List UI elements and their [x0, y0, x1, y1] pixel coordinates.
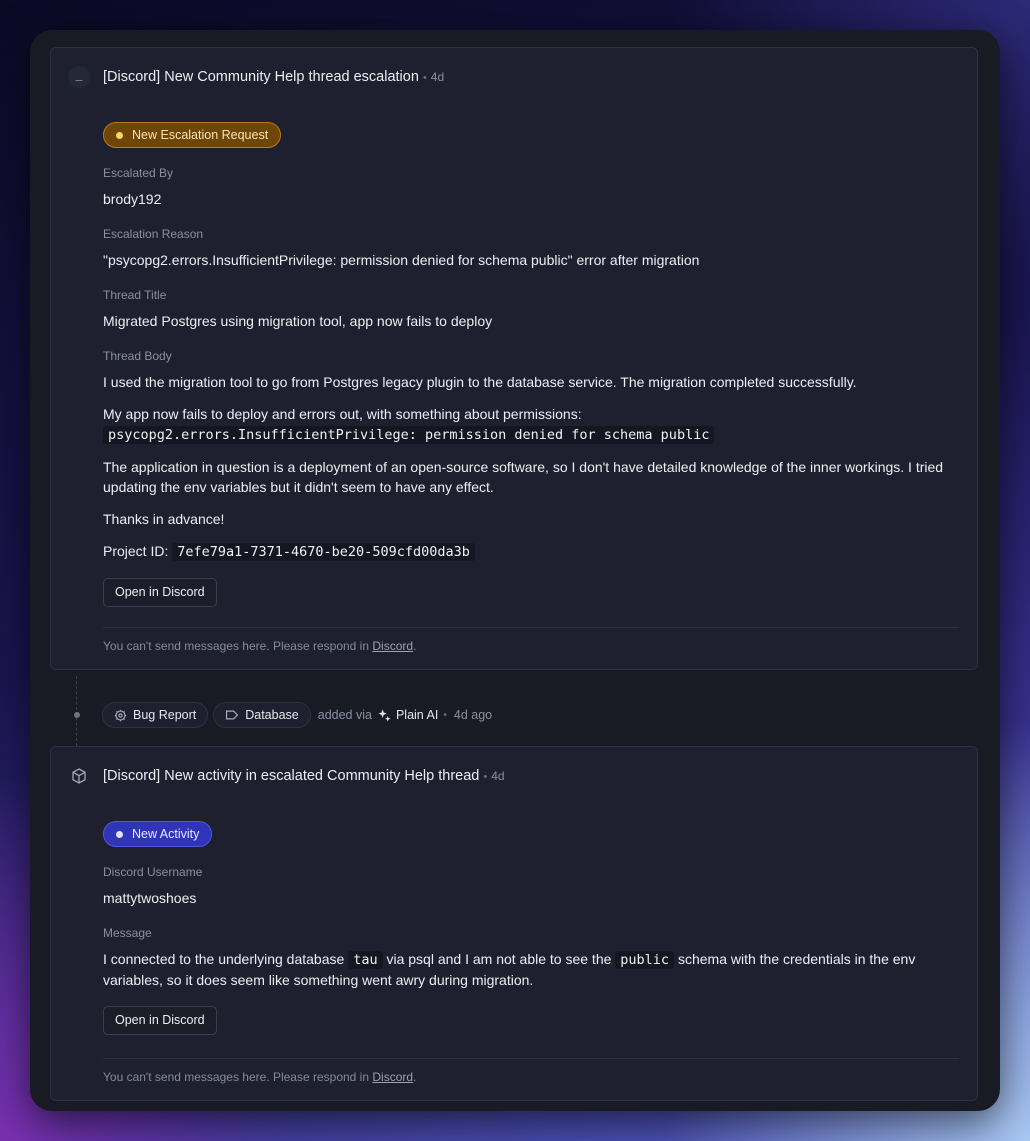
footer-end: . — [413, 1070, 417, 1084]
thread-body-p4: Thanks in advance! — [103, 511, 225, 527]
escalation-reason-label: Escalation Reason — [103, 227, 204, 241]
event-age: 4d ago — [453, 708, 493, 722]
card-title: [Discord] New Community Help thread esca… — [103, 69, 444, 85]
badge-label: New Activity — [132, 827, 200, 841]
card-footer: You can't send messages here. Please res… — [103, 1058, 959, 1100]
card-footer: You can't send messages here. Please res… — [103, 627, 959, 669]
card-age: 4d — [491, 769, 505, 783]
label-chip-database[interactable]: Database — [213, 702, 311, 728]
tag-icon — [226, 710, 239, 720]
card-title-text: [Discord] New activity in escalated Comm… — [103, 768, 480, 784]
card-header: [Discord] New activity in escalated Comm… — [51, 747, 977, 807]
thread-body-p3: The application in question is a deploym… — [103, 459, 944, 495]
thread-title-value: Migrated Postgres using migration tool, … — [103, 313, 493, 329]
card-title-text: [Discord] New Community Help thread esca… — [103, 69, 419, 85]
project-id-code: 7efe79a1-7371-4670-be20-509cfd00da3b — [172, 543, 475, 561]
chip-label: Bug Report — [133, 708, 197, 722]
escalation-reason-value: "psycopg2.errors.InsufficientPrivilege: … — [103, 252, 700, 268]
thread-body-p2-text: My app now fails to deploy and errors ou… — [103, 406, 582, 422]
discord-link[interactable]: Discord — [372, 1070, 413, 1084]
footer-text: You can't send messages here. Please res… — [103, 639, 370, 653]
thread-body-p5: Project ID: 7efe79a1-7371-4670-be20-509c… — [103, 541, 947, 562]
label-chip-bug-report[interactable]: Bug Report — [102, 702, 209, 728]
escalation-card: _ [Discord] New Community Help thread es… — [50, 47, 978, 670]
label-event: Bug Report Database added via Plain AI •… — [102, 702, 497, 728]
schema-code: public — [615, 951, 675, 969]
message-label: Message — [103, 926, 152, 940]
open-in-discord-button[interactable]: Open in Discord — [103, 1006, 217, 1035]
card-body: New Escalation Request Escalated By brod… — [103, 122, 947, 607]
timeline-line — [76, 676, 78, 746]
thread-window: _ [Discord] New Community Help thread es… — [30, 30, 1000, 1111]
separator-dot: • — [443, 709, 447, 721]
message-value: I connected to the underlying database t… — [103, 949, 947, 990]
message-text-a: I connected to the underlying database — [103, 951, 345, 967]
chip-label: Database — [245, 708, 299, 722]
activity-card: [Discord] New activity in escalated Comm… — [50, 746, 978, 1101]
badge-label: New Escalation Request — [132, 128, 269, 142]
collapse-icon[interactable]: _ — [68, 66, 90, 88]
discord-link[interactable]: Discord — [372, 639, 413, 653]
escalated-by-label: Escalated By — [103, 166, 174, 180]
card-header: _ [Discord] New Community Help thread es… — [51, 48, 977, 108]
bug-icon — [114, 709, 127, 721]
thread-title-label: Thread Title — [103, 288, 167, 302]
separator-dot: • — [422, 72, 427, 84]
open-in-discord-button[interactable]: Open in Discord — [103, 578, 217, 607]
card-body: New Activity Discord Username mattytwosh… — [103, 821, 947, 1035]
project-id-label: Project ID: — [103, 543, 169, 559]
footer-text: You can't send messages here. Please res… — [103, 1070, 370, 1084]
cube-icon — [68, 765, 90, 787]
card-age: 4d — [430, 70, 445, 84]
separator-dot: • — [483, 771, 488, 783]
added-via-text: added via — [317, 708, 372, 722]
db-name-code: tau — [348, 951, 383, 969]
thread-body-p2: My app now fails to deploy and errors ou… — [103, 404, 947, 445]
footer-end: . — [413, 639, 417, 653]
badge-dot-icon — [116, 830, 123, 838]
badge-dot-icon — [116, 131, 123, 139]
discord-username-value: mattytwoshoes — [103, 890, 197, 906]
escalated-by-value: brody192 — [103, 191, 162, 207]
thread-body-label: Thread Body — [103, 349, 172, 363]
status-badge: New Escalation Request — [103, 122, 282, 148]
plain-ai: Plain AI — [377, 708, 438, 723]
discord-username-label: Discord Username — [103, 865, 203, 879]
sparkles-icon — [378, 708, 391, 722]
message-text-b: via psql and I am not able to see the — [386, 951, 612, 967]
error-code: psycopg2.errors.InsufficientPrivilege: p… — [103, 426, 715, 444]
card-title: [Discord] New activity in escalated Comm… — [103, 768, 505, 784]
thread-body-p1: I used the migration tool to go from Pos… — [103, 374, 857, 390]
ai-name: Plain AI — [395, 708, 439, 722]
status-badge: New Activity — [103, 821, 213, 847]
timeline-dot — [74, 712, 80, 718]
